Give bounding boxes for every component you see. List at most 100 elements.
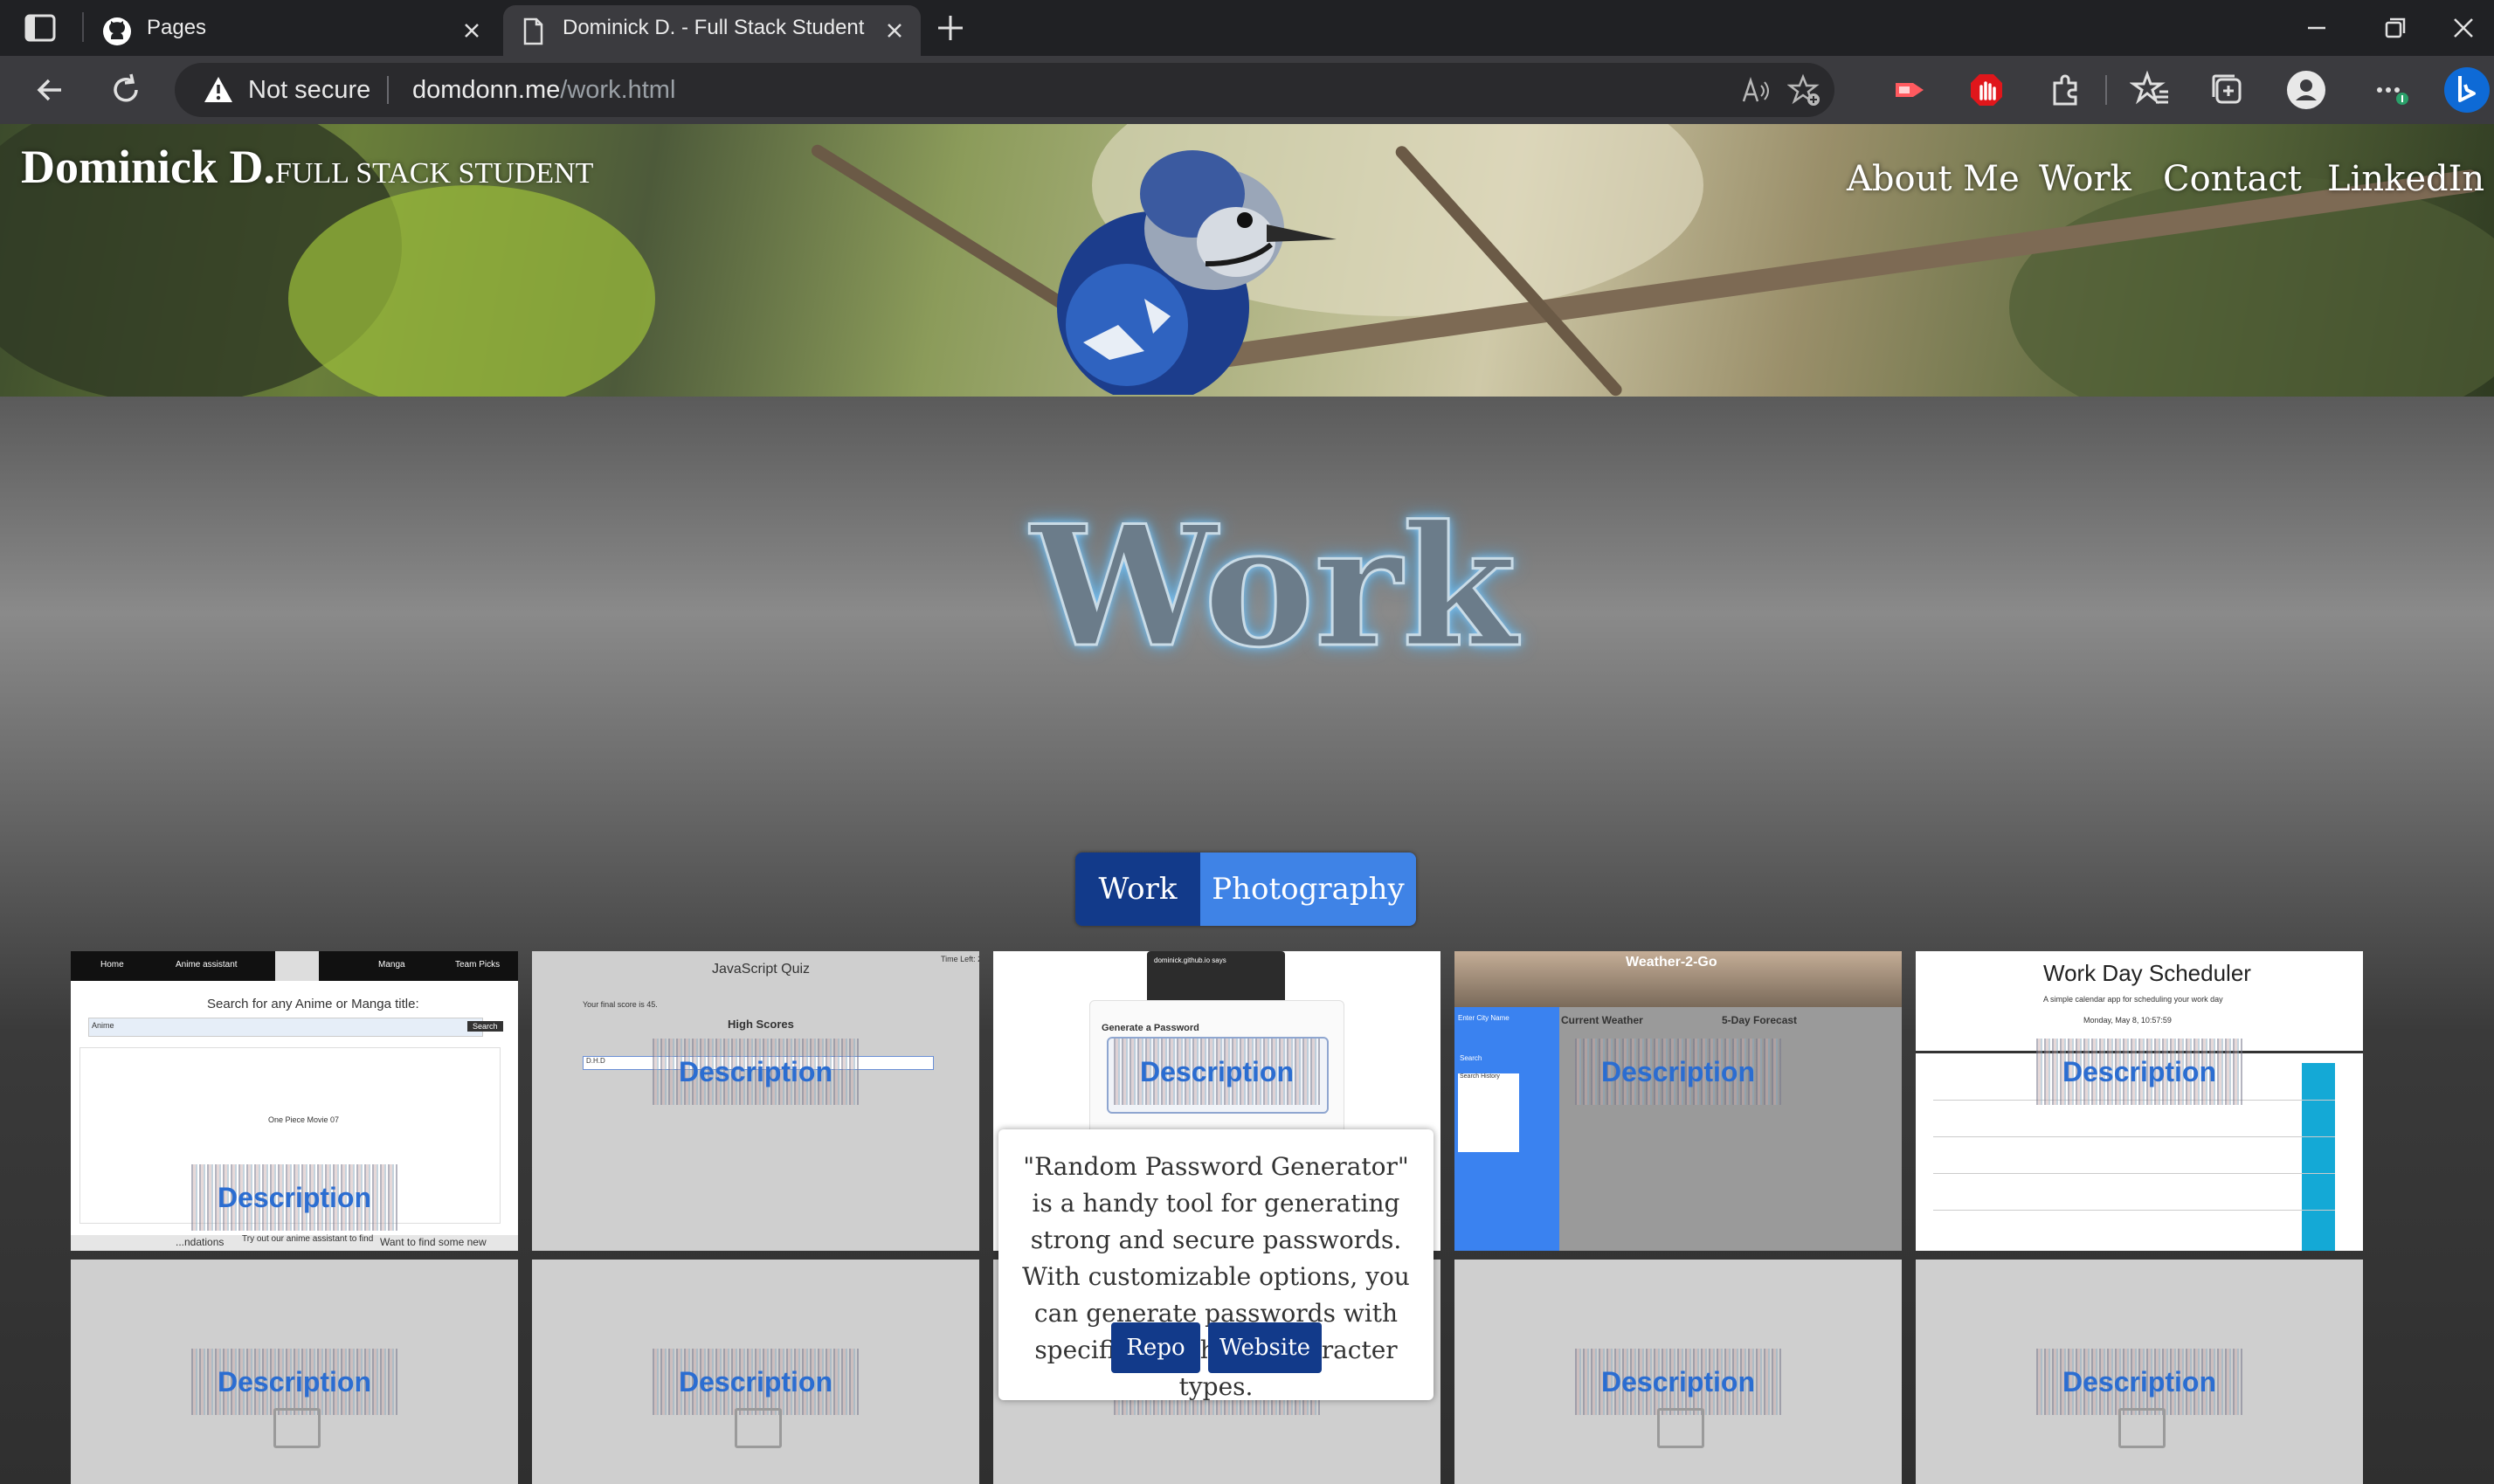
extension-video-icon[interactable] bbox=[1889, 69, 1931, 111]
thumb-city-label: Enter City Name bbox=[1458, 1014, 1510, 1022]
project-card-weather[interactable]: Weather-2-Go Enter City Name Search Sear… bbox=[1454, 951, 1902, 1251]
card-description-label: Description bbox=[1575, 1039, 1781, 1105]
nav-linkedin[interactable]: LinkedIn bbox=[2327, 159, 2484, 199]
toolbar-divider bbox=[2105, 75, 2107, 105]
warning-icon[interactable] bbox=[203, 74, 234, 106]
project-card[interactable]: Description bbox=[532, 1260, 979, 1484]
tab-portfolio[interactable]: Dominick D. - Full Stack Student bbox=[503, 5, 921, 56]
copilot-icon[interactable] bbox=[2442, 66, 2491, 114]
card-description-label: Description bbox=[191, 1164, 397, 1231]
broken-image-icon bbox=[1657, 1408, 1704, 1448]
refresh-icon[interactable] bbox=[105, 69, 147, 111]
site-brand[interactable]: Dominick D.FULL STACK STUDENT bbox=[21, 140, 593, 194]
background-foliage bbox=[288, 185, 655, 397]
broken-image-icon bbox=[273, 1408, 321, 1448]
card-description-label: Description bbox=[1575, 1349, 1781, 1415]
read-aloud-icon[interactable] bbox=[1738, 73, 1773, 108]
thumb-current: Current Weather bbox=[1561, 1014, 1643, 1026]
project-popup: "Random Password Generator" is a handy t… bbox=[998, 1129, 1434, 1401]
page-viewport: Dominick D.FULL STACK STUDENT About Me W… bbox=[0, 124, 2494, 1484]
nav-work[interactable]: Work bbox=[2039, 159, 2131, 199]
thumb-nav-manga: Manga bbox=[378, 960, 405, 970]
tab-title: Dominick D. - Full Stack Student bbox=[563, 16, 865, 39]
favorites-icon[interactable] bbox=[2130, 69, 2172, 111]
project-card-anime[interactable]: Home Anime assistant Manga Team Picks Se… bbox=[71, 951, 518, 1251]
thumb-search-button: Search bbox=[467, 1021, 503, 1032]
project-card[interactable]: Description bbox=[71, 1260, 518, 1484]
url-path: /work.html bbox=[560, 76, 676, 104]
url-text[interactable]: domdonn.me/work.html bbox=[412, 76, 675, 105]
card-title: Weather-2-Go bbox=[1626, 955, 1717, 970]
thumb-save-column bbox=[2302, 1063, 2335, 1251]
thumb-nav-active bbox=[275, 951, 319, 981]
thumb-forecast: 5-Day Forecast bbox=[1722, 1014, 1798, 1026]
blue-jay-photo bbox=[1057, 150, 1337, 395]
thumb-heading: Generate a Password bbox=[1102, 1023, 1199, 1033]
address-bar[interactable]: Not secure domdonn.me/work.html bbox=[175, 63, 1834, 117]
project-card[interactable]: Description bbox=[1454, 1260, 1902, 1484]
card-description-label: Description bbox=[1114, 1039, 1320, 1105]
tab-pages[interactable]: Pages bbox=[87, 5, 498, 56]
tab-actions-icon[interactable] bbox=[23, 12, 58, 44]
card-description-label: Description bbox=[2036, 1039, 2242, 1105]
url-host: domdonn.me bbox=[412, 76, 561, 104]
close-icon[interactable] bbox=[458, 17, 486, 45]
thumb-timer: Time Left: 20 bbox=[941, 955, 979, 963]
extensions-icon[interactable] bbox=[2044, 69, 2086, 111]
restore-icon[interactable] bbox=[2378, 12, 2413, 44]
category-toggle: Work Photography bbox=[1075, 852, 1416, 926]
thumb-search: Search bbox=[1460, 1054, 1482, 1062]
security-label[interactable]: Not secure bbox=[248, 76, 370, 105]
thumb-subtitle: A simple calendar app for scheduling you… bbox=[2043, 995, 2223, 1004]
tab-separator bbox=[82, 12, 84, 42]
project-card-scheduler[interactable]: Work Day Scheduler A simple calendar app… bbox=[1916, 951, 2363, 1251]
profile-avatar-icon[interactable] bbox=[2285, 69, 2327, 111]
thumb-history: Search History bbox=[1460, 1073, 1500, 1080]
card-title: Work Day Scheduler bbox=[2043, 960, 2251, 986]
tab-strip: Pages Dominick D. - Full Stack Student bbox=[0, 0, 2494, 56]
thumb-date: Monday, May 8, 10:57:59 bbox=[2083, 1016, 2172, 1025]
window-close-icon[interactable] bbox=[2446, 12, 2481, 44]
broken-image-icon bbox=[2118, 1408, 2166, 1448]
thumb-nav-home: Home bbox=[100, 960, 124, 970]
card-title: JavaScript Quiz bbox=[712, 962, 811, 977]
toggle-work[interactable]: Work bbox=[1075, 852, 1200, 926]
thumb-footer-mid: Try out our anime assistant to find bbox=[242, 1234, 374, 1244]
thumb-score: Your final score is 45. bbox=[583, 1000, 658, 1009]
thumb-initials: D.H.D bbox=[586, 1057, 605, 1065]
project-card[interactable]: Description bbox=[1916, 1260, 2363, 1484]
website-button[interactable]: Website bbox=[1208, 1322, 1322, 1373]
add-favorite-icon[interactable] bbox=[1787, 73, 1822, 108]
thumb-history-list bbox=[1458, 1073, 1519, 1152]
thumb-dialog-title: dominick.github.io says bbox=[1154, 956, 1226, 964]
ad-blocker-icon[interactable] bbox=[1965, 69, 2007, 111]
site-name: Dominick D. bbox=[21, 141, 276, 193]
collections-icon[interactable] bbox=[2207, 69, 2249, 111]
project-card-quiz[interactable]: JavaScript Quiz Time Left: 20 Your final… bbox=[532, 951, 979, 1251]
thumb-result-title: One Piece Movie 07 bbox=[268, 1115, 340, 1124]
new-tab-icon[interactable] bbox=[933, 10, 968, 45]
thumb-row-line bbox=[1933, 1210, 2335, 1211]
thumb-footer-left: ...ndations bbox=[176, 1236, 225, 1248]
thumb-high-scores: High Scores bbox=[728, 1018, 794, 1031]
thumb-search-bar bbox=[88, 1018, 483, 1037]
thumb-row-line bbox=[1933, 1136, 2335, 1137]
card-description-label: Description bbox=[653, 1039, 859, 1105]
thumb-nav-team: Team Picks bbox=[455, 960, 501, 970]
more-options-icon[interactable] bbox=[2369, 69, 2411, 111]
address-separator bbox=[387, 76, 389, 104]
thumb-footer-right: Want to find some new bbox=[380, 1236, 487, 1248]
repo-button[interactable]: Repo bbox=[1111, 1322, 1200, 1373]
thumb-nav-assistant: Anime assistant bbox=[176, 960, 238, 970]
tab-title: Pages bbox=[147, 16, 207, 39]
back-icon[interactable] bbox=[30, 69, 72, 111]
thumb-search-label: Search for any Anime or Manga title: bbox=[207, 997, 419, 1011]
broken-image-icon bbox=[735, 1408, 782, 1448]
toggle-photography[interactable]: Photography bbox=[1200, 852, 1416, 926]
nav-about-me[interactable]: About Me bbox=[1847, 159, 2020, 199]
minimize-icon[interactable] bbox=[2299, 12, 2334, 44]
nav-contact[interactable]: Contact bbox=[2163, 159, 2302, 199]
close-icon[interactable] bbox=[881, 17, 908, 45]
page-title: Work bbox=[1030, 489, 1518, 684]
page-icon bbox=[523, 17, 543, 45]
